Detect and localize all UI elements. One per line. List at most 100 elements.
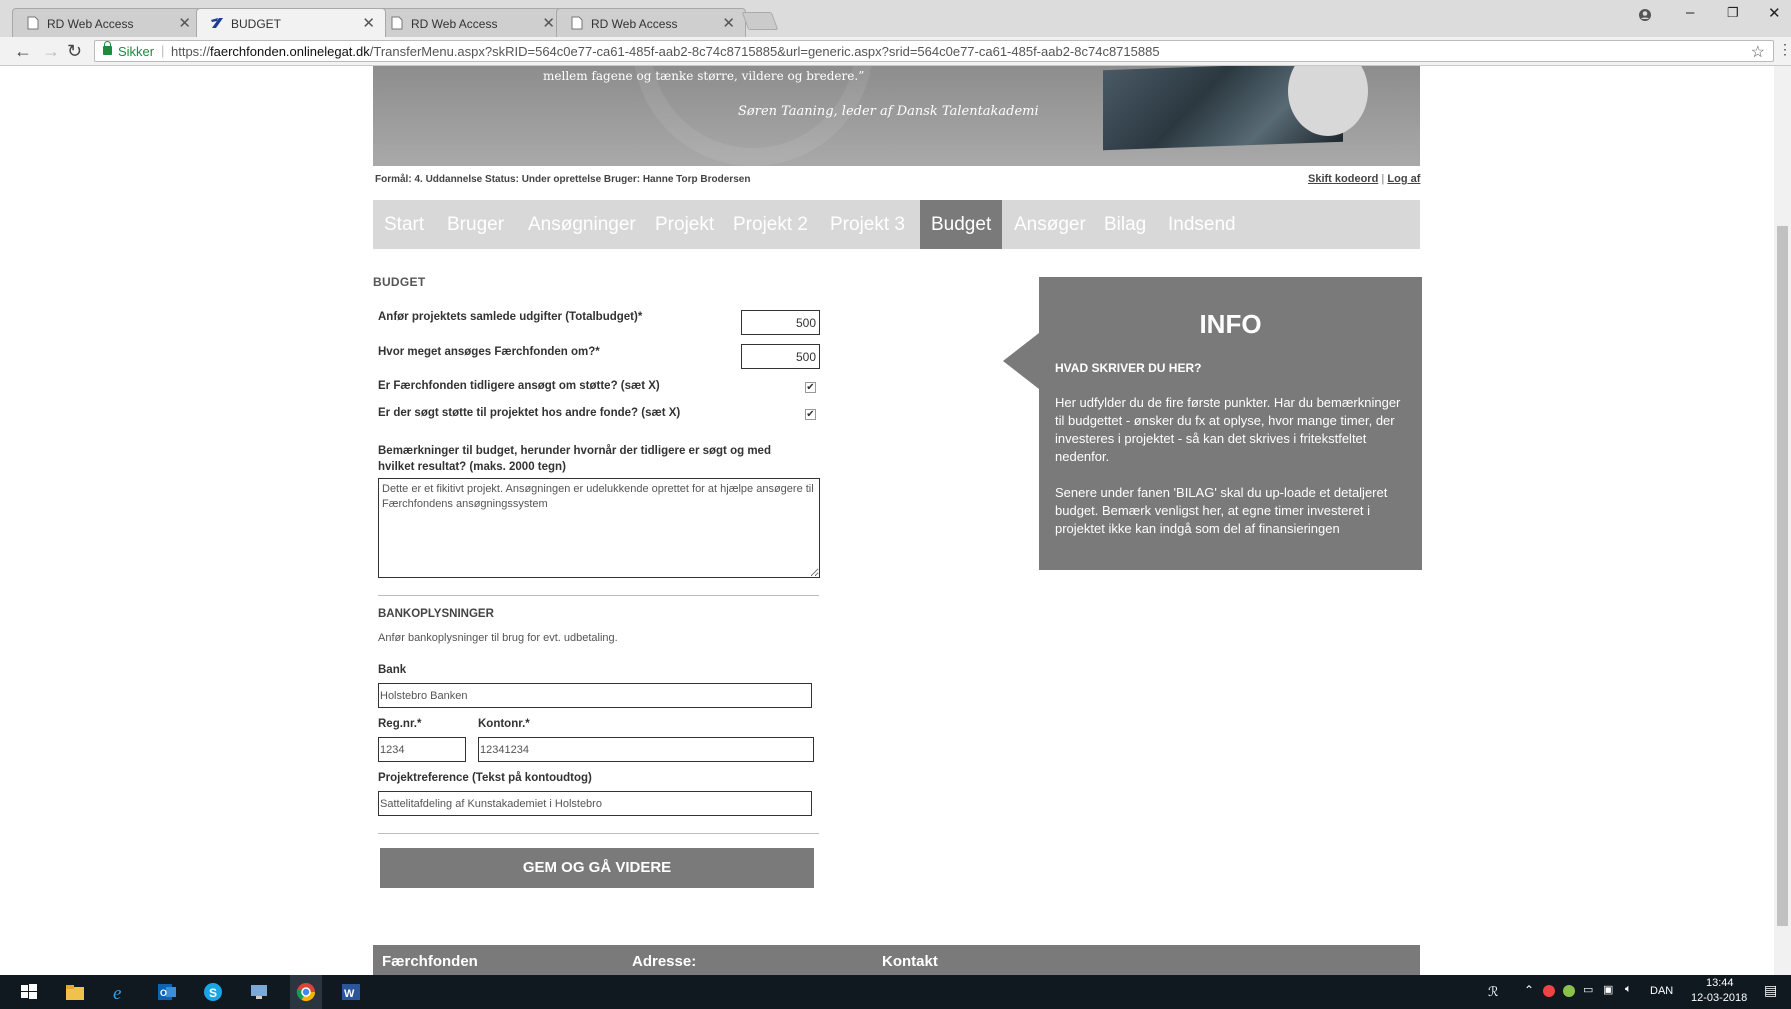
nav-item-bilag[interactable]: Bilag: [1093, 200, 1157, 249]
volume-icon[interactable]: 🔈︎: [1625, 983, 1632, 996]
bank-input[interactable]: [378, 683, 812, 708]
skype-icon[interactable]: S: [202, 981, 224, 1003]
windows-taskbar: e O S W ℛ ⌃ ▭ ▣ 🔈︎ DAN 13:44 12-03-2018 …: [0, 975, 1791, 1009]
close-icon[interactable]: ✕: [722, 14, 735, 32]
account-number-label: Kontonr.*: [478, 718, 530, 730]
reg-number-input[interactable]: [378, 737, 466, 762]
svg-text:W: W: [344, 988, 355, 1000]
banner-quote: mellem fagene og tænke større, vildere o…: [543, 69, 865, 83]
notification-icon[interactable]: ▤: [1764, 982, 1777, 999]
tab-title: RD Web Access: [591, 17, 678, 31]
browser-tab-2[interactable]: BUDGET ✕: [196, 8, 386, 37]
restore-icon[interactable]: ❐: [1727, 5, 1739, 21]
lock-icon: [103, 41, 112, 55]
network-icon[interactable]: ▣: [1603, 983, 1613, 996]
remarks-label: Bemærkninger til budget, herunder hvornå…: [378, 445, 771, 473]
divider: [378, 595, 819, 596]
minimize-icon[interactable]: –: [1686, 4, 1694, 21]
nav-item-bruger[interactable]: Bruger: [436, 200, 515, 249]
nav-item-indsend[interactable]: Indsend: [1157, 200, 1247, 249]
word-icon[interactable]: W: [340, 981, 362, 1003]
change-password-link[interactable]: Skift kodeord: [1308, 173, 1378, 185]
nav-item-projekt-2[interactable]: Projekt 2: [722, 200, 819, 249]
account-number-input[interactable]: [478, 737, 814, 762]
clock-date[interactable]: 12-03-2018: [1691, 992, 1747, 1004]
save-and-continue-button[interactable]: GEM OG GÅ VIDERE: [380, 848, 814, 888]
page-viewport: mellem fagene og tænke større, vildere o…: [0, 66, 1791, 975]
bookmark-star-icon[interactable]: ☆: [1751, 42, 1765, 62]
logout-link[interactable]: Log af: [1387, 173, 1420, 185]
clock-time[interactable]: 13:44: [1706, 977, 1734, 989]
windows-start-icon[interactable]: [18, 981, 40, 1003]
page-icon: [571, 16, 583, 30]
remote-desktop-icon[interactable]: [248, 981, 270, 1003]
page-icon: [391, 16, 403, 30]
nav-item-projekt[interactable]: Projekt: [644, 200, 725, 249]
tray-app-icon[interactable]: [1563, 985, 1575, 997]
address-bar[interactable]: Sikker | https://faerchfonden.onlinelega…: [94, 40, 1774, 62]
nav-item-budget[interactable]: Budget: [920, 200, 1003, 249]
footer-contact: Kontakt: [882, 953, 938, 970]
close-icon[interactable]: ✕: [362, 14, 375, 32]
other-funds-label: Er der søgt støtte til projektet hos and…: [378, 407, 681, 419]
close-icon[interactable]: ✕: [178, 14, 191, 32]
previously-applied-checkbox[interactable]: ✔: [805, 382, 816, 393]
tab-title: BUDGET: [231, 17, 282, 31]
back-icon[interactable]: ←: [14, 41, 32, 62]
section-title: BUDGET: [373, 275, 426, 289]
tab-title: RD Web Access: [411, 17, 498, 31]
header-banner: mellem fagene og tænke større, vildere o…: [373, 66, 1420, 166]
divider: |: [1381, 173, 1385, 185]
project-reference-input[interactable]: [378, 791, 812, 816]
file-explorer-icon[interactable]: [64, 981, 86, 1003]
close-icon[interactable]: ✕: [542, 14, 555, 32]
info-paragraph: Her udfylder du de fire første punkter. …: [1055, 395, 1401, 464]
other-funds-checkbox[interactable]: ✔: [805, 409, 816, 420]
total-budget-input[interactable]: [741, 310, 820, 335]
tray-app-icon[interactable]: [1543, 985, 1555, 997]
remarks-textarea[interactable]: Dette er et fikitivt projekt. Ansøgninge…: [378, 478, 820, 578]
page-footer: Færchfonden Adresse: Kontakt: [373, 945, 1420, 975]
project-reference-label: Projektreference (Tekst på kontoudtog): [378, 772, 592, 784]
forward-icon[interactable]: →: [42, 41, 60, 62]
people-icon[interactable]: ℛ: [1488, 984, 1498, 1000]
page-icon: [27, 16, 39, 30]
language-indicator[interactable]: DAN: [1650, 985, 1673, 997]
previously-applied-label: Er Færchfonden tidligere ansøgt om støtt…: [378, 380, 660, 392]
brand-icon: [211, 18, 223, 28]
browser-tab-3[interactable]: RD Web Access ✕: [376, 8, 566, 37]
new-tab-button[interactable]: [741, 12, 779, 30]
nav-item-ansogninger[interactable]: Ansøgninger: [517, 200, 647, 249]
chevron-up-icon[interactable]: ⌃: [1524, 983, 1534, 997]
profile-icon[interactable]: [1638, 8, 1652, 26]
account-links: Skift kodeord | Log af: [1308, 173, 1420, 185]
applied-amount-input[interactable]: [741, 344, 820, 369]
window-close-icon[interactable]: ✕: [1768, 4, 1781, 22]
reload-icon[interactable]: ↻: [67, 41, 82, 62]
info-paragraph: Senere under fanen 'BILAG' skal du up-lo…: [1055, 485, 1388, 536]
internet-explorer-icon[interactable]: e: [110, 981, 132, 1003]
banner-quote-author: Søren Taaning, leder af Dansk Talentakad…: [738, 104, 1039, 119]
outlook-icon[interactable]: O: [156, 981, 178, 1003]
chrome-icon[interactable]: [295, 981, 317, 1003]
svg-text:O: O: [160, 988, 167, 998]
svg-text:e: e: [113, 983, 121, 1003]
divider: [378, 833, 819, 834]
browser-tab-4[interactable]: RD Web Access ✕: [556, 8, 746, 37]
info-subtitle: HVAD SKRIVER DU HER?: [1055, 361, 1202, 375]
nav-item-ansoger[interactable]: Ansøger: [1003, 200, 1097, 249]
page-scrollbar[interactable]: [1774, 66, 1791, 975]
battery-icon[interactable]: ▭: [1583, 983, 1593, 996]
footer-address: Adresse:: [632, 953, 697, 970]
browser-toolbar: ← → ↻ Sikker | https://faerchfonden.onli…: [0, 37, 1791, 66]
info-title: INFO: [1199, 309, 1262, 339]
scrollbar-thumb[interactable]: [1777, 226, 1788, 926]
browser-tab-1[interactable]: RD Web Access ✕: [12, 8, 202, 37]
info-panel: INFO HVAD SKRIVER DU HER? Her udfylder d…: [1039, 277, 1422, 570]
nav-item-projekt-3[interactable]: Projekt 3: [819, 200, 916, 249]
nav-item-start[interactable]: Start: [373, 200, 435, 249]
menu-dots-icon[interactable]: ⋮: [1778, 41, 1791, 58]
url-text[interactable]: https://faerchfonden.onlinelegat.dk/Tran…: [171, 44, 1160, 59]
applied-amount-label: Hvor meget ansøges Færchfonden om?*: [378, 346, 600, 358]
reg-number-label: Reg.nr.*: [378, 718, 422, 730]
